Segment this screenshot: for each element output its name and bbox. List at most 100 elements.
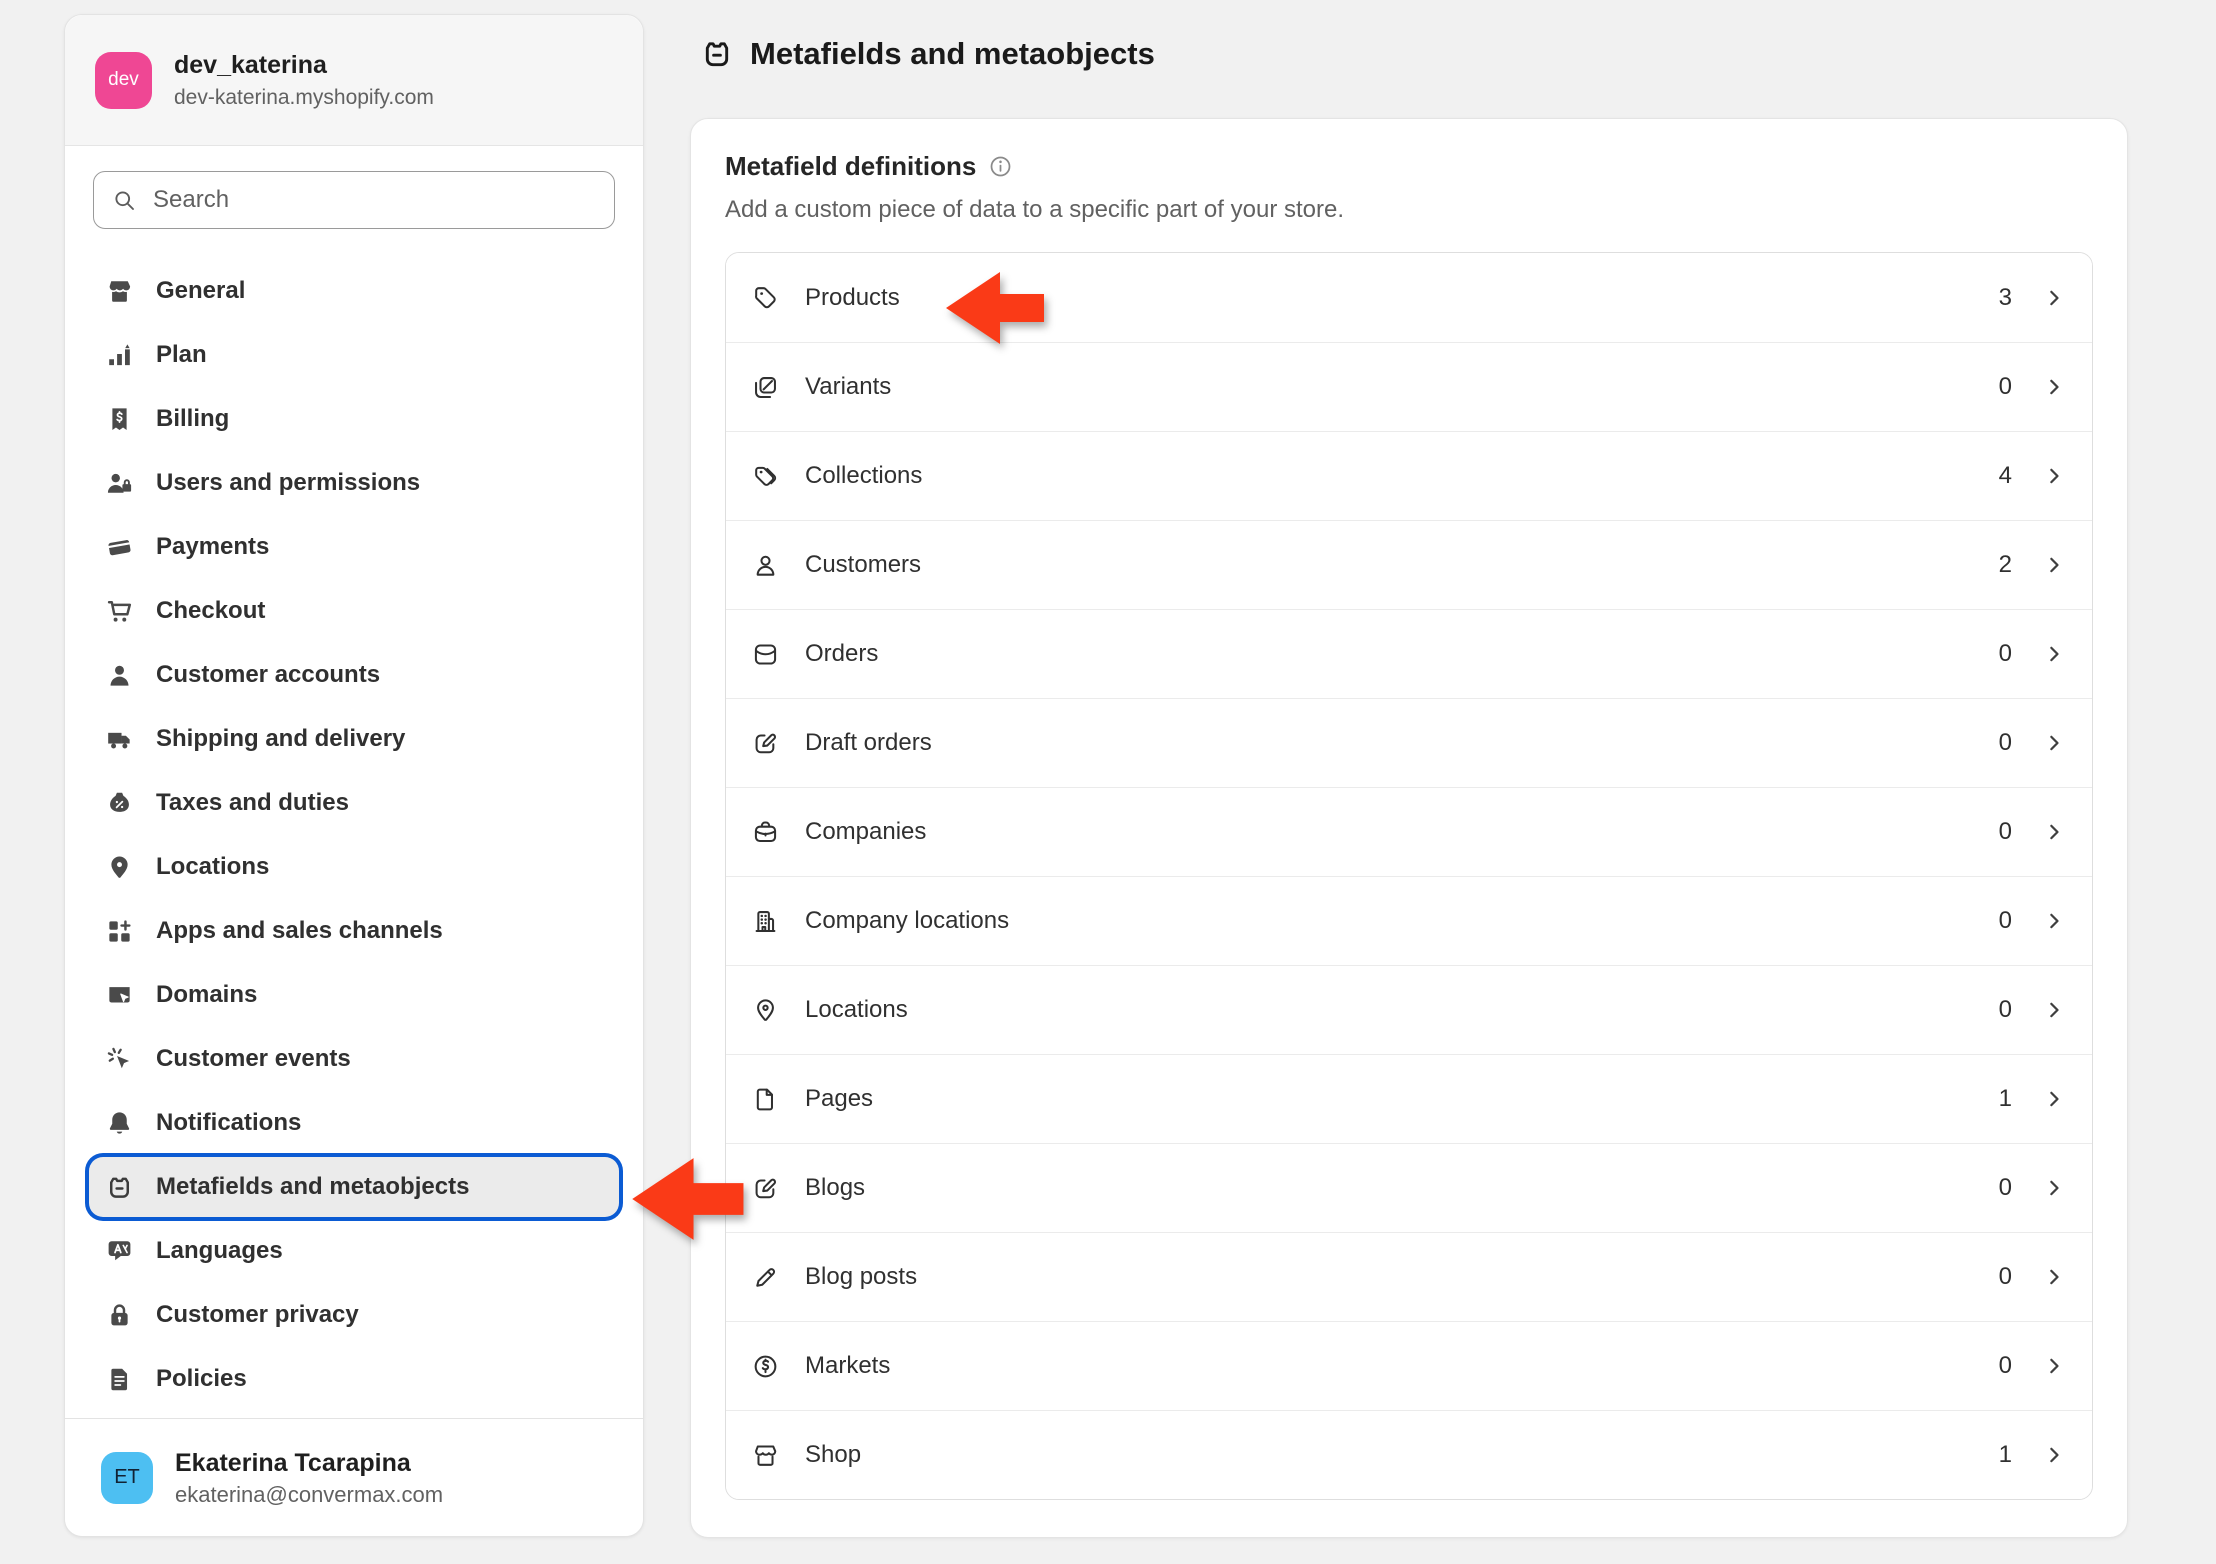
sidebar-item-label: Metafields and metaobjects (156, 1173, 469, 1201)
sidebar-item-customer-accounts[interactable]: Customer accounts (89, 643, 619, 707)
store-domain: dev-katerina.myshopify.com (174, 86, 434, 110)
sidebar-item-notifications[interactable]: Notifications (89, 1091, 619, 1155)
metafields-icon (105, 1173, 134, 1202)
definition-row-label: Companies (805, 818, 926, 846)
store-avatar-initials: dev (108, 69, 139, 91)
definition-row-products[interactable]: Products 3 (726, 253, 2092, 342)
definition-count: 4 (1982, 462, 2012, 490)
sidebar-item-label: Shipping and delivery (156, 725, 405, 753)
definition-row-label: Collections (805, 462, 922, 490)
sidebar-item-languages[interactable]: Languages (89, 1219, 619, 1283)
sidebar-item-label: Billing (156, 405, 229, 433)
storefront-outline-icon (752, 1442, 779, 1469)
sidebar-item-customer-privacy[interactable]: Customer privacy (89, 1283, 619, 1347)
sidebar-item-domains[interactable]: Domains (89, 963, 619, 1027)
policies-icon (105, 1365, 134, 1394)
definition-row-label: Products (805, 284, 900, 312)
settings-sidebar: dev dev_katerina dev-katerina.myshopify.… (64, 14, 644, 1537)
pin-filled-icon (105, 853, 134, 882)
chevron-right-icon (2042, 909, 2066, 933)
draft-order-icon (752, 730, 779, 757)
definition-row-markets[interactable]: Markets0 (726, 1321, 2092, 1410)
definition-row-label: Markets (805, 1352, 890, 1380)
sidebar-search[interactable] (93, 171, 615, 229)
definition-count: 0 (1982, 818, 2012, 846)
card-heading: Metafield definitions (725, 151, 976, 182)
person-icon (105, 661, 134, 690)
sidebar-item-locations[interactable]: Locations (89, 835, 619, 899)
sidebar-item-customer-events[interactable]: Customer events (89, 1027, 619, 1091)
sidebar-item-plan[interactable]: Plan (89, 323, 619, 387)
definition-row-label: Customers (805, 551, 921, 579)
sidebar-item-metafields-and-metaobjects[interactable]: Metafields and metaobjects (89, 1157, 619, 1217)
definition-row-draft-orders[interactable]: Draft orders 0 (726, 698, 2092, 787)
chevron-right-icon (2042, 1176, 2066, 1200)
chevron-right-icon (2042, 642, 2066, 666)
metafield-definitions-list: Products 3 Variants0 Collections 4 Customers2… (725, 252, 2093, 1500)
domains-icon (105, 981, 134, 1010)
sidebar-item-label: Payments (156, 533, 269, 561)
definition-row-orders[interactable]: Orders 0 (726, 609, 2092, 698)
sidebar-item-apps-and-sales-channels[interactable]: Apps and sales channels (89, 899, 619, 963)
blog-icon (752, 1175, 779, 1202)
definition-row-label: Locations (805, 996, 908, 1024)
store-avatar: dev (95, 52, 152, 109)
definition-row-collections[interactable]: Collections 4 (726, 431, 2092, 520)
sidebar-item-label: Users and permissions (156, 469, 420, 497)
page-title: Metafields and metaobjects (700, 36, 1155, 72)
annotation-arrow-products (944, 266, 1048, 350)
definition-row-label: Draft orders (805, 729, 932, 757)
sidebar-item-payments[interactable]: Payments (89, 515, 619, 579)
plan-icon (105, 341, 134, 370)
search-input[interactable] (151, 185, 596, 215)
definition-count: 0 (1982, 996, 2012, 1024)
definition-count: 0 (1982, 640, 2012, 668)
definition-row-pages[interactable]: Pages1 (726, 1054, 2092, 1143)
search-icon (112, 188, 137, 213)
definition-count: 0 (1982, 1174, 2012, 1202)
definition-row-variants[interactable]: Variants0 (726, 342, 2092, 431)
definition-row-label: Shop (805, 1441, 861, 1469)
sidebar-item-label: Locations (156, 853, 269, 881)
sidebar-item-checkout[interactable]: Checkout (89, 579, 619, 643)
definition-count: 0 (1982, 373, 2012, 401)
definition-row-locations[interactable]: Locations 0 (726, 965, 2092, 1054)
definition-row-shop[interactable]: Shop1 (726, 1410, 2092, 1499)
sidebar-item-label: Customer events (156, 1045, 351, 1073)
definition-row-blog-posts[interactable]: Blog posts0 (726, 1232, 2092, 1321)
definition-row-label: Orders (805, 640, 878, 668)
definition-count: 0 (1982, 729, 2012, 757)
user-name: Ekaterina Tcarapina (175, 1448, 443, 1478)
annotation-arrow-metafields-nav (630, 1142, 748, 1256)
chevron-right-icon (2042, 820, 2066, 844)
settings-nav: GeneralPlan Billing Users and permissions P… (65, 259, 643, 1411)
sidebar-item-label: Checkout (156, 597, 265, 625)
languages-icon (105, 1237, 134, 1266)
definition-row-companies[interactable]: Companies 0 (726, 787, 2092, 876)
building-icon (752, 908, 779, 935)
sidebar-item-billing[interactable]: Billing (89, 387, 619, 451)
pencil-icon (752, 1264, 779, 1291)
payments-icon (105, 533, 134, 562)
taxes-icon (105, 789, 134, 818)
info-icon[interactable] (988, 154, 1013, 179)
definition-row-company-locations[interactable]: Company locations0 (726, 876, 2092, 965)
sidebar-item-label: Policies (156, 1365, 247, 1393)
tag-icon (752, 284, 779, 311)
definition-row-blogs[interactable]: Blogs0 (726, 1143, 2092, 1232)
sidebar-item-label: Customer privacy (156, 1301, 359, 1329)
store-header: dev dev_katerina dev-katerina.myshopify.… (65, 15, 643, 146)
sidebar-item-label: Languages (156, 1237, 283, 1265)
definition-count: 0 (1982, 907, 2012, 935)
sidebar-item-policies[interactable]: Policies (89, 1347, 619, 1411)
sidebar-item-taxes-and-duties[interactable]: Taxes and duties (89, 771, 619, 835)
cursor-click-icon (105, 1045, 134, 1074)
sidebar-item-users-and-permissions[interactable]: Users and permissions (89, 451, 619, 515)
definition-row-customers[interactable]: Customers2 (726, 520, 2092, 609)
shopify-settings-page: dev dev_katerina dev-katerina.myshopify.… (0, 0, 2216, 1564)
metafield-definitions-card: Metafield definitions Add a custom piece… (690, 118, 2128, 1538)
sidebar-item-shipping-and-delivery[interactable]: Shipping and delivery (89, 707, 619, 771)
sidebar-item-label: Notifications (156, 1109, 301, 1137)
sidebar-item-general[interactable]: General (89, 259, 619, 323)
definition-count: 3 (1982, 284, 2012, 312)
